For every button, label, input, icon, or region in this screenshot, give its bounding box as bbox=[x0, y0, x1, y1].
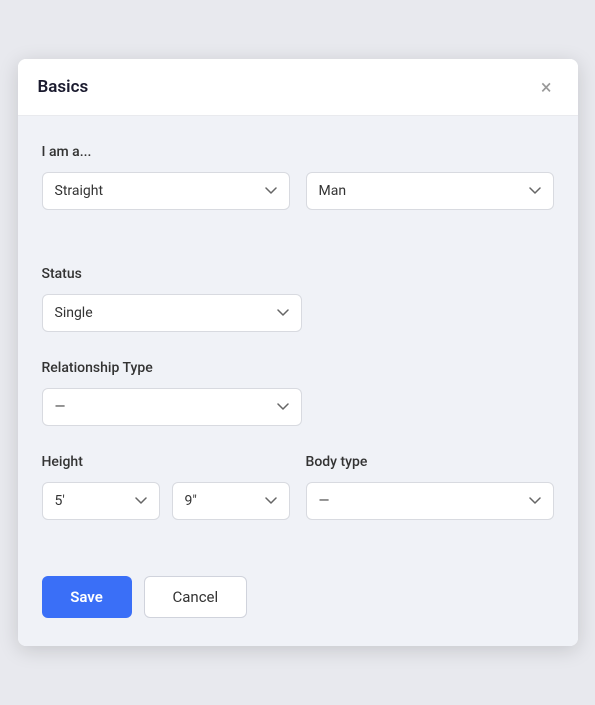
i-am-a-section: I am a... Straight Gay Bisexual Asexual … bbox=[42, 144, 554, 238]
height-selects: 4' 5' 6' 7' 0" 1" 2" 3" 4" 5" 6" 7" bbox=[42, 482, 290, 520]
close-button[interactable]: × bbox=[535, 75, 558, 99]
body-type-label: Body type bbox=[306, 454, 554, 470]
i-am-a-label: I am a... bbox=[42, 144, 554, 160]
relationship-type-section: Relationship Type — Monogamy Ethical non… bbox=[42, 360, 554, 426]
save-button[interactable]: Save bbox=[42, 576, 132, 618]
i-am-a-row: Straight Gay Bisexual Asexual Other Man … bbox=[42, 172, 554, 210]
relationship-type-label: Relationship Type bbox=[42, 360, 554, 376]
height-feet-select[interactable]: 4' 5' 6' 7' bbox=[42, 482, 160, 520]
status-label: Status bbox=[42, 266, 554, 282]
body-type-select[interactable]: — Slim Athletic Average Curvy Full-figur… bbox=[306, 482, 554, 520]
status-select[interactable]: Single In a relationship Married Divorce… bbox=[42, 294, 302, 332]
body-type-section: Body type — Slim Athletic Average Curvy … bbox=[306, 454, 554, 520]
status-section: Status Single In a relationship Married … bbox=[42, 266, 554, 332]
relationship-type-select[interactable]: — Monogamy Ethical non-monogamy Open rel… bbox=[42, 388, 302, 426]
height-label: Height bbox=[42, 454, 290, 470]
orientation-select[interactable]: Straight Gay Bisexual Asexual Other bbox=[42, 172, 290, 210]
modal-header: Basics × bbox=[18, 59, 578, 116]
status-field: Single In a relationship Married Divorce… bbox=[42, 294, 302, 332]
cancel-button[interactable]: Cancel bbox=[144, 576, 248, 618]
modal-title: Basics bbox=[38, 77, 89, 97]
height-inches-select[interactable]: 0" 1" 2" 3" 4" 5" 6" 7" 8" 9" 10" 11" bbox=[172, 482, 290, 520]
modal-body: I am a... Straight Gay Bisexual Asexual … bbox=[18, 116, 578, 572]
orientation-field: Straight Gay Bisexual Asexual Other bbox=[42, 172, 290, 210]
gender-field: Man Woman Non-binary Other bbox=[306, 172, 554, 210]
height-body-section: Height 4' 5' 6' 7' 0" 1" 2" 3" 4" 5" bbox=[42, 454, 554, 520]
relationship-type-field: — Monogamy Ethical non-monogamy Open rel… bbox=[42, 388, 302, 426]
modal-footer: Save Cancel bbox=[18, 572, 578, 646]
basics-modal: Basics × I am a... Straight Gay Bisexual… bbox=[18, 59, 578, 646]
gender-select[interactable]: Man Woman Non-binary Other bbox=[306, 172, 554, 210]
height-section: Height 4' 5' 6' 7' 0" 1" 2" 3" 4" 5" bbox=[42, 454, 290, 520]
